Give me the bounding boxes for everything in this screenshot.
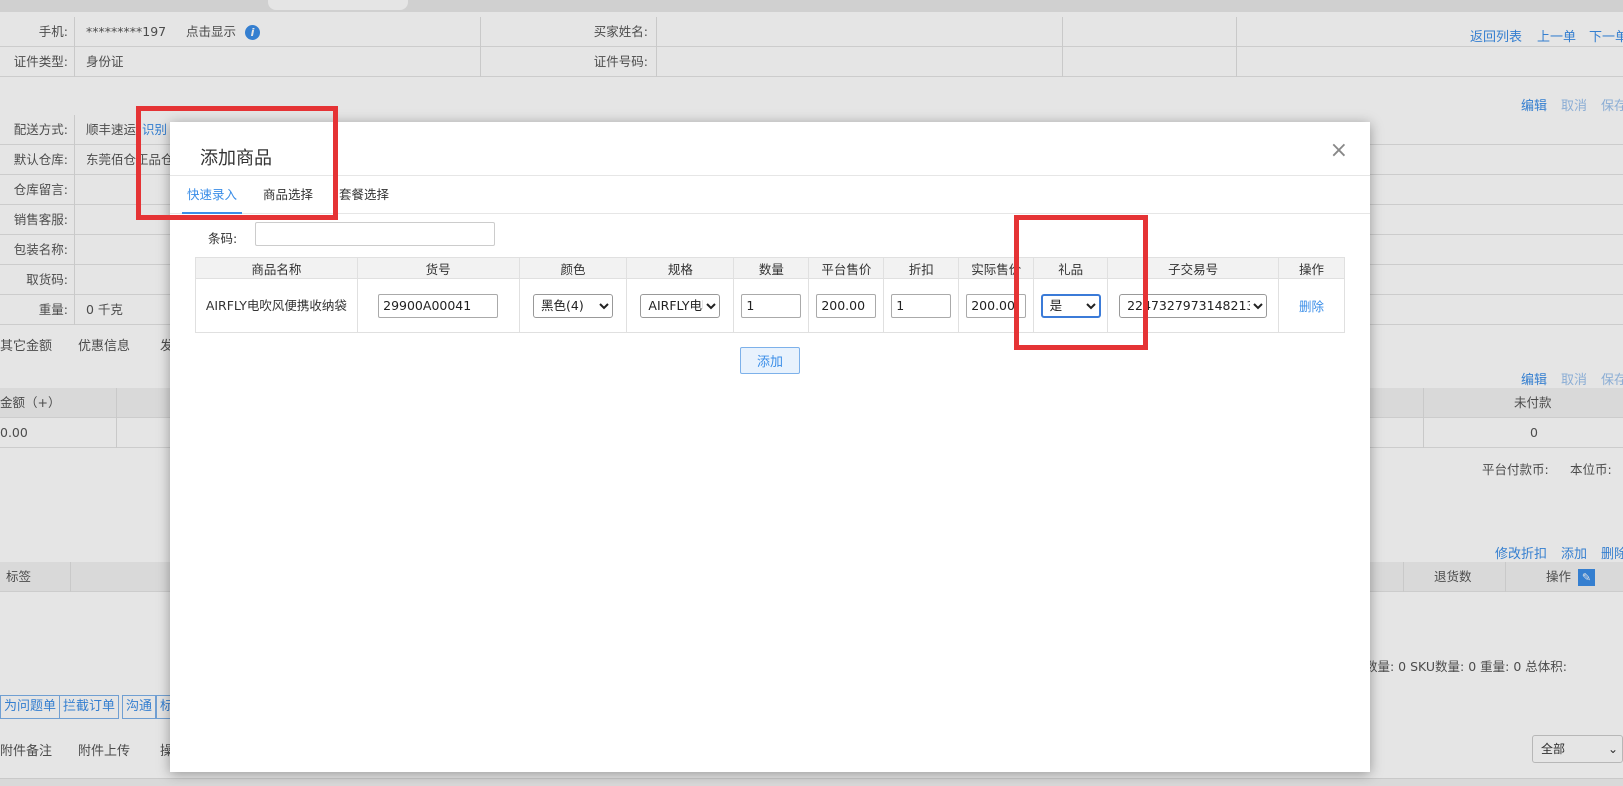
col-gift: 礼品: [1033, 257, 1109, 279]
close-icon[interactable]: ×: [1330, 140, 1348, 162]
gift-select[interactable]: 是: [1040, 293, 1101, 318]
sku-cell: [356, 278, 520, 333]
operation-cell: 删除: [1278, 278, 1345, 333]
tab-quick-entry[interactable]: 快速录入: [182, 176, 243, 214]
tab-package-selection[interactable]: 套餐选择: [334, 176, 394, 214]
modal-tabs: 快速录入 商品选择 套餐选择: [170, 176, 1370, 214]
sku-input[interactable]: [378, 293, 499, 318]
discount-input[interactable]: [891, 293, 952, 318]
col-actual-price: 实际售价: [958, 257, 1035, 279]
platform-price-cell: [808, 278, 885, 333]
qty-cell: [733, 278, 810, 333]
col-sku: 货号: [356, 257, 520, 279]
table-header-row: 商品名称 货号 颜色 规格 数量 平台售价 折扣 实际售价 礼品 子交易号 操作: [195, 257, 1345, 279]
add-goods-modal: 添加商品 × 快速录入 商品选择 套餐选择 条码: 商品名称 货号 颜色 规格 …: [170, 122, 1370, 772]
table-row: AIRFLY电吹风便携收纳袋 黑色(4) AIRFLY电吹风便携收纳袋 是 22…: [195, 278, 1345, 333]
actual-price-cell: [958, 278, 1035, 333]
spec-cell: AIRFLY电吹风便携收纳袋: [626, 278, 735, 333]
qty-input[interactable]: [741, 293, 802, 318]
spec-select[interactable]: AIRFLY电吹风便携收纳袋: [640, 293, 721, 318]
discount-cell: [883, 278, 960, 333]
add-button[interactable]: 添加: [740, 347, 800, 374]
sub-trade-no-select[interactable]: 2247327973148213: [1119, 293, 1268, 318]
goods-table: 商品名称 货号 颜色 规格 数量 平台售价 折扣 实际售价 礼品 子交易号 操作…: [195, 257, 1345, 333]
platform-price-input[interactable]: [816, 293, 877, 318]
modal-title: 添加商品: [200, 148, 272, 169]
col-goods-name: 商品名称: [195, 257, 358, 279]
actual-price-input[interactable]: [966, 293, 1027, 318]
sub-trade-no-cell: 2247327973148213: [1107, 278, 1280, 333]
col-discount: 折扣: [883, 257, 960, 279]
col-color: 颜色: [518, 257, 628, 279]
color-select[interactable]: 黑色(4): [533, 293, 614, 318]
col-platform-price: 平台售价: [808, 257, 885, 279]
col-sub-trade-no: 子交易号: [1107, 257, 1280, 279]
color-cell: 黑色(4): [518, 278, 628, 333]
col-qty: 数量: [733, 257, 810, 279]
barcode-label: 条码:: [208, 231, 238, 246]
col-spec: 规格: [626, 257, 735, 279]
tab-goods-selection[interactable]: 商品选择: [258, 176, 318, 214]
barcode-input[interactable]: [255, 222, 495, 246]
col-operation: 操作: [1278, 257, 1345, 279]
goods-name-cell: AIRFLY电吹风便携收纳袋: [195, 278, 358, 333]
gift-cell: 是: [1033, 278, 1109, 333]
delete-row-link[interactable]: 删除: [1299, 299, 1324, 314]
